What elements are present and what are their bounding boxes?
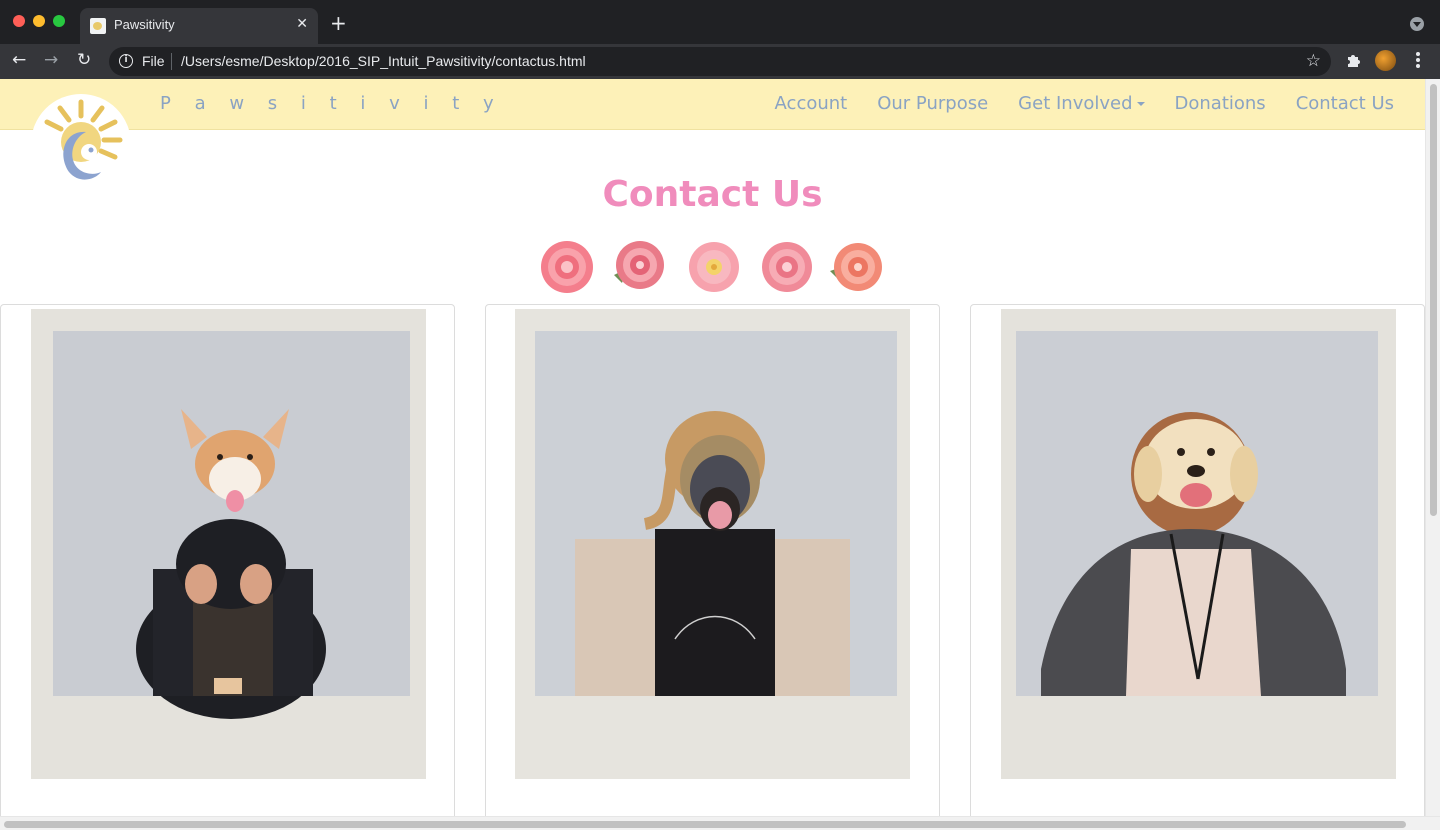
vertical-scroll-thumb[interactable] <box>1430 84 1437 516</box>
nav-get-involved-dropdown[interactable]: Get Involved <box>1018 93 1145 114</box>
nav-account[interactable]: Account <box>775 93 848 114</box>
page-title: Contact Us <box>602 174 823 215</box>
nav-donations[interactable]: Donations <box>1175 93 1266 114</box>
rose-icon <box>541 241 593 293</box>
tab-close-icon[interactable]: ✕ <box>296 16 308 32</box>
favicon-icon <box>90 18 106 34</box>
browser-tab-strip: Pawsitivity ✕ + <box>0 0 1440 44</box>
url-text[interactable]: /Users/esme/Desktop/2016_SIP_Intuit_Paws… <box>181 53 586 69</box>
vertical-scrollbar[interactable] <box>1425 79 1440 816</box>
tab-title: Pawsitivity <box>114 17 175 32</box>
browser-menu-icon[interactable] <box>1416 52 1420 68</box>
nav-get-involved-label: Get Involved <box>1018 93 1133 114</box>
hibiscus-icon <box>689 242 739 292</box>
browser-toolbar: ← → ↻ i File /Users/esme/Desktop/2016_SI… <box>0 44 1440 79</box>
new-tab-button[interactable]: + <box>330 13 347 33</box>
team-photo-golden-retriever <box>1001 309 1396 779</box>
window-zoom-button[interactable] <box>53 15 65 27</box>
rose-icon <box>762 242 812 292</box>
nav-our-purpose[interactable]: Our Purpose <box>877 93 988 114</box>
team-card <box>970 304 1425 816</box>
nav-links: Account Our Purpose Get Involved Donatio… <box>775 93 1394 114</box>
flower-row <box>541 241 882 293</box>
nav-contact-us[interactable]: Contact Us <box>1296 93 1394 114</box>
window-minimize-button[interactable] <box>33 15 45 27</box>
browser-tab[interactable]: Pawsitivity ✕ <box>80 8 318 44</box>
forward-button[interactable]: → <box>44 49 58 71</box>
site-brand[interactable]: P a w s i t i v i t y <box>160 93 503 114</box>
rose-icon <box>830 243 882 291</box>
back-button[interactable]: ← <box>12 49 26 71</box>
rose-icon <box>614 241 664 289</box>
window-close-button[interactable] <box>13 15 25 27</box>
site-info-icon[interactable]: i <box>119 54 133 68</box>
site-navbar: P a w s i t i v i t y Account Our Purpos… <box>0 79 1425 130</box>
url-divider <box>171 53 172 70</box>
extensions-puzzle-icon[interactable] <box>1345 51 1363 69</box>
url-scheme-label: File <box>142 53 165 69</box>
team-card <box>0 304 455 816</box>
team-photo-great-dane <box>515 309 910 779</box>
horizontal-scroll-thumb[interactable] <box>4 821 1406 828</box>
sun-and-face-logo-icon[interactable] <box>31 94 131 194</box>
page-viewport: P a w s i t i v i t y Account Our Purpos… <box>0 79 1425 816</box>
team-photo-corgi <box>31 309 426 779</box>
profile-avatar[interactable] <box>1375 50 1396 71</box>
bookmark-star-icon[interactable]: ☆ <box>1306 51 1321 71</box>
address-bar[interactable]: i File /Users/esme/Desktop/2016_SIP_Intu… <box>109 47 1331 76</box>
tab-search-icon[interactable] <box>1410 17 1424 31</box>
horizontal-scrollbar[interactable] <box>0 816 1440 830</box>
caret-down-icon <box>1136 102 1145 106</box>
team-card <box>485 304 940 816</box>
reload-button[interactable]: ↻ <box>77 49 91 71</box>
